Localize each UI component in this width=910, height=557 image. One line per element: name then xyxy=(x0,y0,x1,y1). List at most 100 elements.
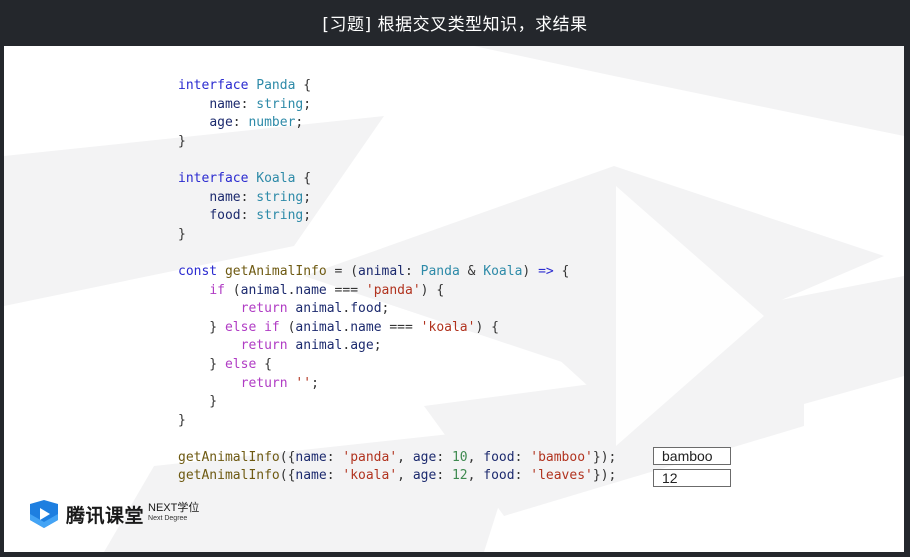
code-token: : xyxy=(240,208,257,224)
code-token: food xyxy=(483,468,515,484)
code-token: , xyxy=(397,468,413,484)
code-token: getAnimalInfo xyxy=(178,449,280,465)
code-token: ) { xyxy=(420,282,445,298)
code-token: if xyxy=(209,282,225,298)
code-token: return xyxy=(240,375,296,391)
logo-name: 腾讯课堂 xyxy=(66,504,145,527)
answer-first-text: bamboo xyxy=(662,448,713,464)
code-token: : xyxy=(240,189,257,205)
code-token: Koala xyxy=(256,170,296,186)
code-token: 'koala' xyxy=(342,468,398,484)
code-token: else xyxy=(224,356,257,372)
code-token: string xyxy=(256,208,304,224)
code-token: === xyxy=(381,319,421,335)
code-line: return ''; xyxy=(178,375,616,394)
code-token: } xyxy=(178,133,186,149)
code-block: interface Panda { name: string; age: num… xyxy=(178,77,616,486)
code-token: }); xyxy=(592,468,617,484)
tencent-classroom-logo-icon xyxy=(30,500,58,528)
code-token: & xyxy=(459,263,484,279)
code-token: interface xyxy=(178,170,257,186)
code-token: 'leaves' xyxy=(530,468,593,484)
code-line: name: string; xyxy=(178,96,616,115)
code-token: }); xyxy=(592,449,617,465)
code-token: } xyxy=(178,319,225,335)
code-token: name xyxy=(209,96,241,112)
code-line: interface Panda { xyxy=(178,77,616,96)
code-token: else if xyxy=(224,319,280,335)
code-line: const getAnimalInfo = (animal: Panda & K… xyxy=(178,263,616,282)
logo-brand: NEXT学位 xyxy=(148,502,200,514)
code-line: age: number; xyxy=(178,114,616,133)
code-line: getAnimalInfo({name: 'panda', age: 10, f… xyxy=(178,449,616,468)
code-token: getAnimalInfo xyxy=(224,263,327,279)
code-token: ) xyxy=(522,263,539,279)
code-token: : xyxy=(232,115,249,131)
code-token: ; xyxy=(303,189,312,205)
code-token: return xyxy=(240,338,296,354)
code-token: { xyxy=(553,263,570,279)
code-token: age xyxy=(209,115,233,131)
code-token: name xyxy=(295,468,327,484)
code-token: 10 xyxy=(451,449,468,465)
code-line: } xyxy=(178,133,616,152)
code-token: ; xyxy=(303,208,312,224)
code-token: ; xyxy=(311,375,319,391)
code-token: } xyxy=(178,412,186,428)
code-token: === xyxy=(326,282,366,298)
code-token: name xyxy=(295,449,327,465)
answer-box-first[interactable]: bamboo xyxy=(653,447,731,465)
code-line: } xyxy=(178,226,616,245)
code-token: food xyxy=(350,301,382,317)
code-token: : xyxy=(436,449,452,465)
code-token: : xyxy=(514,468,531,484)
code-line: interface Koala { xyxy=(178,170,616,189)
code-token: { xyxy=(295,78,312,93)
code-token: animal xyxy=(240,282,288,298)
code-line: return animal.food; xyxy=(178,300,616,319)
code-token: Panda xyxy=(256,78,296,93)
code-token: name xyxy=(350,319,382,335)
code-token: number xyxy=(248,115,296,131)
code-token: Panda xyxy=(420,263,460,279)
code-token: age xyxy=(350,338,374,354)
tencent-classroom-logo: 腾讯课堂 NEXT学位 Next Degree xyxy=(28,500,199,528)
code-token: const xyxy=(178,263,225,279)
code-token: } xyxy=(178,226,186,242)
code-token: string xyxy=(256,189,304,205)
code-token: = ( xyxy=(326,263,359,279)
code-token: ({ xyxy=(279,468,296,484)
code-token: animal xyxy=(295,319,343,335)
answer-second-text: 12 xyxy=(662,470,678,486)
code-token: { xyxy=(295,170,312,186)
code-token: , xyxy=(397,449,413,465)
code-token: ; xyxy=(381,301,390,317)
code-token: food xyxy=(483,449,515,465)
code-token: name xyxy=(209,189,241,205)
code-token: ; xyxy=(295,115,304,131)
logo-tagline: Next Degree xyxy=(148,515,188,522)
answer-box-second[interactable]: 12 xyxy=(653,469,731,487)
code-token: : xyxy=(405,263,421,279)
code-token: : xyxy=(436,468,452,484)
title-bar: [习题] 根据交叉类型知识，求结果 xyxy=(0,0,910,44)
code-token: ) { xyxy=(475,319,499,335)
code-token: animal xyxy=(295,338,343,354)
code-line: getAnimalInfo({name: 'koala', age: 12, f… xyxy=(178,467,616,486)
code-token: animal xyxy=(358,263,405,279)
code-token: ( xyxy=(279,319,296,335)
code-token: getAnimalInfo xyxy=(178,468,280,484)
code-line: return animal.age; xyxy=(178,337,616,356)
code-token: : xyxy=(514,449,531,465)
code-token: ; xyxy=(303,96,312,112)
code-token: animal xyxy=(295,301,343,317)
code-token: 'panda' xyxy=(342,449,398,465)
code-token: 12 xyxy=(451,468,468,484)
slide-content: interface Panda { name: string; age: num… xyxy=(4,46,904,552)
code-token: , xyxy=(467,449,484,465)
